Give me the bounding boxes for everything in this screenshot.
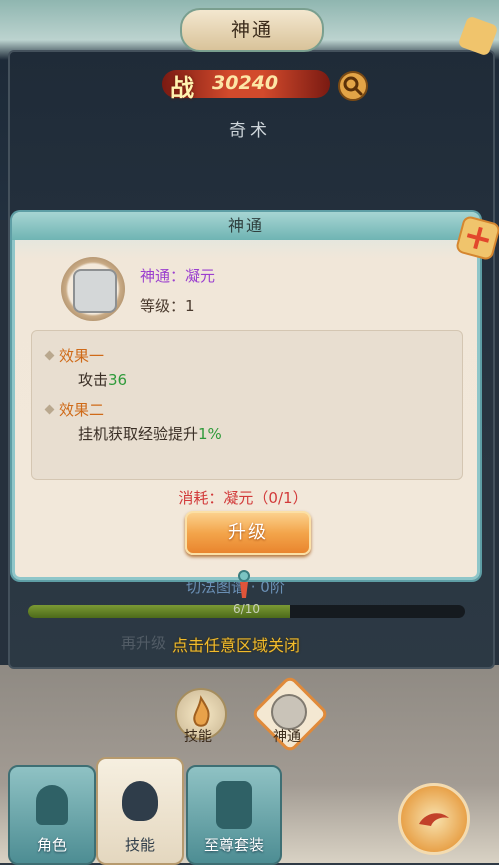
effect-2-value: 1% bbox=[198, 425, 222, 443]
effect-1-desc-text: 攻击 bbox=[78, 371, 109, 389]
effects-box: 效果一 攻击36 效果二 挂机获取经验提升1% bbox=[31, 330, 463, 480]
tab-shentong[interactable]: 神通 bbox=[250, 674, 330, 754]
dialog-title: 神通 bbox=[227, 216, 264, 235]
skill-level: 等级：1 bbox=[140, 297, 195, 315]
armor-icon bbox=[216, 781, 252, 829]
upgrade-button[interactable]: 升级 bbox=[185, 511, 311, 555]
nav-role-label: 角色 bbox=[36, 836, 67, 854]
nav-suit-label: 至尊套装 bbox=[203, 836, 264, 854]
shentong-dialog[interactable]: 神通 神通：凝元 等级：1 效果一 攻击36 效果二 挂机获取经验提升1% 消耗… bbox=[12, 212, 499, 580]
effect-2-desc: 挂机获取经验提升1% bbox=[78, 423, 222, 444]
tab-skill[interactable]: 技能 bbox=[168, 688, 228, 745]
tassel-icon bbox=[236, 570, 252, 600]
page-title: 神通 bbox=[180, 8, 324, 52]
effect-2-title: 效果二 bbox=[59, 401, 105, 419]
magnifier-icon bbox=[343, 76, 363, 96]
effect-1-desc: 攻击36 bbox=[78, 369, 127, 390]
nav-role[interactable]: 角色 bbox=[8, 765, 96, 865]
power-label: 战 bbox=[170, 74, 194, 102]
effect-2-desc-text: 挂机获取经验提升 bbox=[78, 425, 199, 443]
skill-icon bbox=[61, 257, 125, 321]
tab-skill-label: 技能 bbox=[184, 729, 212, 745]
panel-subtitle: 奇术 bbox=[229, 121, 271, 141]
search-icon[interactable] bbox=[338, 71, 368, 101]
scroll-icon bbox=[271, 694, 307, 730]
exp-progress-text: 6/10 bbox=[233, 602, 260, 616]
tab-shentong-label: 神通 bbox=[273, 729, 301, 745]
behind-note: 再升级 bbox=[121, 634, 167, 652]
nav-suit[interactable]: 至尊套装 bbox=[186, 765, 282, 865]
close-hint[interactable]: 点击任意区域关闭 bbox=[172, 632, 300, 656]
skill-name: 神通：凝元 bbox=[140, 267, 216, 285]
effect-1-title: 效果一 bbox=[59, 347, 105, 365]
dialog-header: 神通 bbox=[12, 212, 480, 240]
swirl-icon bbox=[419, 813, 449, 826]
effect-1-value: 36 bbox=[108, 371, 128, 389]
power-value: 30240 bbox=[212, 72, 279, 94]
bullet-icon bbox=[44, 350, 55, 361]
scroll-book-icon bbox=[73, 269, 117, 313]
bullet-icon bbox=[44, 404, 55, 415]
action-button[interactable] bbox=[398, 783, 470, 855]
skill-flame-icon bbox=[122, 781, 158, 821]
character-icon bbox=[36, 785, 68, 825]
nav-skill[interactable]: 技能 bbox=[96, 757, 184, 865]
nav-skill-label: 技能 bbox=[124, 836, 155, 854]
cost-text: 消耗：凝元（0/1） bbox=[178, 489, 308, 507]
